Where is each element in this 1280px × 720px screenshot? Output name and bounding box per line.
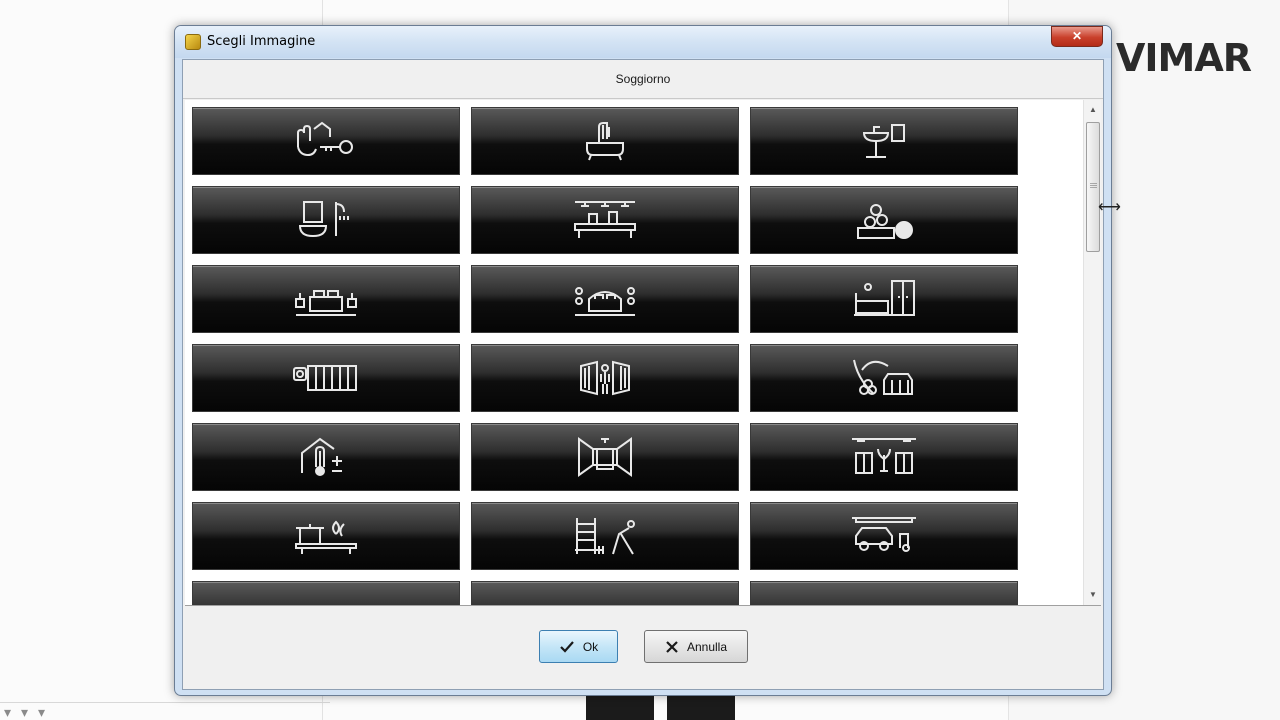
- image-tile[interactable]: [471, 186, 739, 254]
- bedroom-double-bed-icon: [295, 290, 357, 316]
- image-tile[interactable]: [750, 581, 1018, 606]
- ok-button[interactable]: Ok: [539, 630, 618, 663]
- dialog-client-area: Soggiorno ▲ — — — ▼ Ok Annulla: [182, 59, 1104, 690]
- partial-tile-icon: [569, 593, 641, 606]
- checkmark-icon: [560, 640, 574, 653]
- vertical-scrollbar[interactable]: ▲ — — — ▼: [1083, 100, 1101, 605]
- person-gate-icon: [580, 360, 630, 396]
- x-icon: [666, 640, 678, 653]
- scroll-down-button[interactable]: ▼: [1085, 587, 1101, 603]
- image-grid: [192, 107, 1018, 606]
- gym-equipment-icon: [575, 518, 635, 555]
- image-tile[interactable]: [192, 186, 460, 254]
- room-label: Soggiorno: [615, 72, 671, 86]
- arrow-up-icon: ▲: [1089, 105, 1097, 114]
- garage-car-scooter-icon: [852, 517, 916, 552]
- garden-sprinkler-icon: [853, 359, 913, 395]
- cancel-button-label: Annulla: [686, 639, 728, 654]
- image-tile[interactable]: [750, 344, 1018, 412]
- image-tile[interactable]: [750, 502, 1018, 570]
- close-button[interactable]: ✕: [1051, 26, 1103, 47]
- image-tile[interactable]: [471, 423, 739, 491]
- choose-image-dialog: Scegli Immagine ✕ Soggiorno ▲ — — — ▼ Ok…: [174, 25, 1112, 696]
- image-tile[interactable]: [750, 107, 1018, 175]
- image-tile[interactable]: [192, 423, 460, 491]
- house-thermometer-icon: [301, 437, 342, 476]
- image-tile[interactable]: [192, 344, 460, 412]
- image-tile[interactable]: [471, 107, 739, 175]
- image-tile[interactable]: [471, 502, 739, 570]
- bathtub-shower-icon: [586, 122, 624, 161]
- image-tile[interactable]: [471, 344, 739, 412]
- image-tile[interactable]: [192, 107, 460, 175]
- bathroom-mirror-sink-shower-icon: [298, 201, 349, 238]
- toys-ball-icon: [857, 204, 913, 239]
- dialog-title: Scegli Immagine: [207, 34, 316, 49]
- separator: [183, 98, 1103, 99]
- image-tile[interactable]: [750, 265, 1018, 333]
- scroll-thumb[interactable]: — — —: [1086, 122, 1100, 252]
- kitchen-cooking-pot-icon: [295, 520, 357, 554]
- dialog-titlebar[interactable]: Scegli Immagine ✕: [175, 26, 1111, 58]
- app-icon: [185, 34, 201, 50]
- bedroom-bed-lamps-icon: [575, 287, 635, 316]
- partial-tile-icon: [848, 593, 920, 606]
- corridor-icon: [578, 437, 632, 477]
- image-list[interactable]: ▲ — — — ▼: [185, 100, 1101, 606]
- image-tile[interactable]: [192, 581, 460, 606]
- close-icon: ✕: [1071, 29, 1083, 43]
- background-divider: [0, 702, 330, 703]
- vimar-logo-text: VIMAR: [1116, 36, 1252, 80]
- image-tile[interactable]: [471, 265, 739, 333]
- partial-tile-icon: [290, 593, 362, 606]
- hallway-plant-doors-icon: [852, 438, 916, 474]
- sliding-gate-camera-icon: [293, 365, 357, 391]
- washbasin-towel-icon: [862, 124, 905, 158]
- background-toolbar-icons: ▾▾▾: [4, 704, 56, 720]
- image-tile[interactable]: [750, 423, 1018, 491]
- image-tile[interactable]: [192, 502, 460, 570]
- kitchen-counter-lamps-icon: [574, 201, 636, 238]
- image-tile[interactable]: [750, 186, 1018, 254]
- scroll-up-button[interactable]: ▲: [1085, 102, 1101, 118]
- bedroom-wardrobe-icon: [854, 280, 915, 316]
- grip-icon: — — —: [1090, 180, 1097, 191]
- image-tile[interactable]: [192, 265, 460, 333]
- arrow-down-icon: ▼: [1089, 590, 1097, 599]
- cancel-button[interactable]: Annulla: [644, 630, 748, 663]
- house-key-hand-icon: [297, 121, 353, 157]
- image-tile[interactable]: [471, 581, 739, 606]
- resize-cursor-icon: ⟷: [1098, 199, 1121, 216]
- ok-button-label: Ok: [582, 639, 599, 654]
